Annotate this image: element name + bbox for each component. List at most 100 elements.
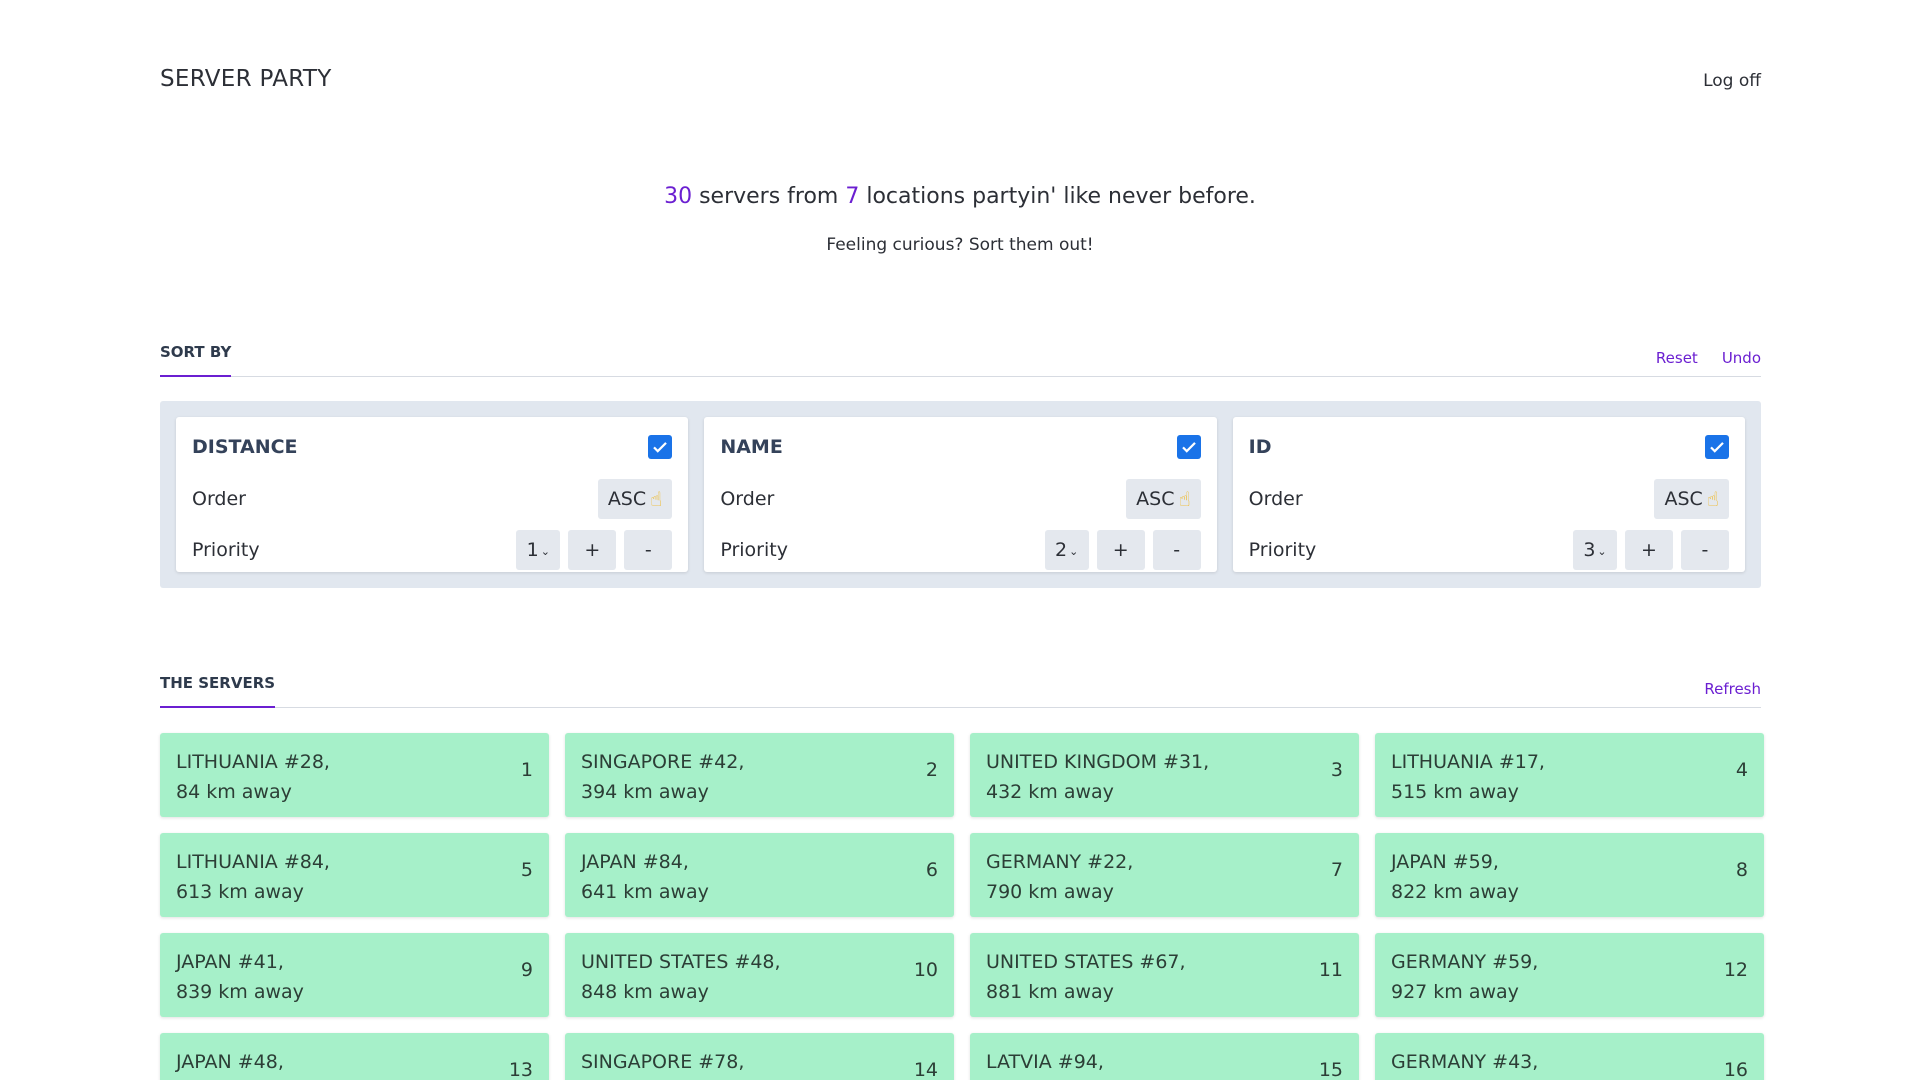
sort-enable-checkbox[interactable] xyxy=(648,435,673,459)
priority-label: Priority xyxy=(192,539,260,561)
priority-increase-button[interactable]: + xyxy=(1624,530,1673,570)
order-value: ASC xyxy=(607,488,647,510)
server-name: UNITED STATES #48, xyxy=(581,951,781,973)
server-rank: 8 xyxy=(1735,859,1748,881)
server-name: LITHUANIA #17, xyxy=(1391,751,1545,773)
priority-value: 2 xyxy=(1055,539,1068,561)
priority-decrease-button[interactable]: - xyxy=(1152,530,1201,570)
order-label: Order xyxy=(192,488,246,510)
order-label: Order xyxy=(1248,488,1303,510)
server-card[interactable]: GERMANY #43, 16 xyxy=(1375,1033,1764,1080)
pointing-hand-icon: ☝ xyxy=(650,487,663,511)
server-rank: 16 xyxy=(1723,1059,1748,1080)
pointing-hand-icon: ☝ xyxy=(1706,487,1719,511)
server-name: JAPAN #59, xyxy=(1391,851,1499,873)
server-distance: 394 km away xyxy=(581,781,709,803)
server-card[interactable]: LITHUANIA #84, 613 km away 5 xyxy=(160,833,549,917)
server-name: LITHUANIA #28, xyxy=(176,751,330,773)
priority-select[interactable]: 3 ⌄ xyxy=(1572,530,1617,570)
server-rank: 9 xyxy=(520,959,533,981)
server-rank: 14 xyxy=(913,1059,938,1080)
server-card[interactable]: JAPAN #41, 839 km away 9 xyxy=(160,933,549,1017)
sort-card-title: NAME xyxy=(720,436,783,458)
server-distance: 839 km away xyxy=(176,981,304,1003)
server-distance: 641 km away xyxy=(581,881,709,903)
chevron-down-icon: ⌄ xyxy=(540,544,550,558)
sort-card-distance: DISTANCE Order ASC ☝ Priority 1 ⌄ + - xyxy=(176,417,689,572)
sort-section-header: SORT BY Reset Undo xyxy=(160,341,1761,377)
sort-actions: Reset Undo xyxy=(1656,349,1761,367)
priority-value: 3 xyxy=(1583,539,1596,561)
server-card[interactable]: SINGAPORE #42, 394 km away 2 xyxy=(565,733,954,817)
server-count: 30 xyxy=(664,184,693,209)
server-distance: 927 km away xyxy=(1391,981,1519,1003)
priority-increase-button[interactable]: + xyxy=(568,530,617,570)
server-rank: 2 xyxy=(925,759,938,781)
servers-section-header: THE SERVERS Refresh xyxy=(160,672,1761,708)
server-rank: 5 xyxy=(520,859,533,881)
sort-panel: DISTANCE Order ASC ☝ Priority 1 ⌄ + - NA… xyxy=(160,401,1761,588)
sort-card-id: ID Order ASC ☝ Priority 3 ⌄ + - xyxy=(1232,417,1745,572)
server-distance: 790 km away xyxy=(986,881,1114,903)
server-card[interactable]: GERMANY #22, 790 km away 7 xyxy=(970,833,1359,917)
check-icon xyxy=(653,442,668,453)
reset-link[interactable]: Reset xyxy=(1656,349,1698,367)
priority-increase-button[interactable]: + xyxy=(1096,530,1145,570)
server-card[interactable]: UNITED STATES #67, 881 km away 11 xyxy=(970,933,1359,1017)
server-card[interactable]: JAPAN #48, 13 xyxy=(160,1033,549,1080)
server-card[interactable]: JAPAN #84, 641 km away 6 xyxy=(565,833,954,917)
server-distance: 84 km away xyxy=(176,781,292,803)
server-distance: 515 km away xyxy=(1391,781,1519,803)
priority-select[interactable]: 1 ⌄ xyxy=(516,530,561,570)
sort-card-title: ID xyxy=(1248,436,1272,458)
server-name: LATVIA #94, xyxy=(986,1051,1104,1073)
sort-card-title: DISTANCE xyxy=(192,436,298,458)
server-rank: 4 xyxy=(1735,759,1748,781)
priority-label: Priority xyxy=(1248,539,1317,561)
server-rank: 1 xyxy=(520,759,533,781)
hero-text-a: servers from xyxy=(692,184,846,209)
priority-decrease-button[interactable]: - xyxy=(1680,530,1729,570)
server-card[interactable]: LITHUANIA #17, 515 km away 4 xyxy=(1375,733,1764,817)
server-distance: 848 km away xyxy=(581,981,709,1003)
order-toggle-button[interactable]: ASC ☝ xyxy=(1126,479,1201,519)
server-card[interactable]: LITHUANIA #28, 84 km away 1 xyxy=(160,733,549,817)
server-card[interactable]: SINGAPORE #78, 14 xyxy=(565,1033,954,1080)
priority-controls: 3 ⌄ + - xyxy=(1572,530,1729,570)
sort-enable-checkbox[interactable] xyxy=(1176,435,1201,459)
server-card[interactable]: GERMANY #59, 927 km away 12 xyxy=(1375,933,1764,1017)
check-icon xyxy=(1710,442,1724,453)
server-rank: 10 xyxy=(913,959,938,981)
priority-select[interactable]: 2 ⌄ xyxy=(1044,530,1089,570)
server-name: SINGAPORE #78, xyxy=(581,1051,745,1073)
server-card[interactable]: LATVIA #94, 15 xyxy=(970,1033,1359,1080)
server-card[interactable]: JAPAN #59, 822 km away 8 xyxy=(1375,833,1764,917)
sort-card-name: NAME Order ASC ☝ Priority 2 ⌄ + - xyxy=(704,417,1217,572)
brand-title: SERVER PARTY xyxy=(160,66,332,92)
server-rank: 15 xyxy=(1318,1059,1343,1080)
server-rank: 12 xyxy=(1723,959,1748,981)
servers-grid: LITHUANIA #28, 84 km away 1 SINGAPORE #42,… xyxy=(160,733,1764,1080)
priority-label: Priority xyxy=(720,539,788,561)
undo-link[interactable]: Undo xyxy=(1722,349,1761,367)
server-name: GERMANY #43, xyxy=(1391,1051,1539,1073)
chevron-down-icon: ⌄ xyxy=(1069,544,1079,558)
order-toggle-button[interactable]: ASC ☝ xyxy=(597,479,673,519)
logoff-link[interactable]: Log off xyxy=(1703,71,1761,91)
priority-controls: 2 ⌄ + - xyxy=(1044,530,1201,570)
priority-decrease-button[interactable]: - xyxy=(624,530,673,570)
server-card[interactable]: UNITED STATES #48, 848 km away 10 xyxy=(565,933,954,1017)
server-name: LITHUANIA #84, xyxy=(176,851,330,873)
server-card[interactable]: UNITED KINGDOM #31, 432 km away 3 xyxy=(970,733,1359,817)
sort-enable-checkbox[interactable] xyxy=(1704,435,1729,459)
server-rank: 7 xyxy=(1330,859,1343,881)
servers-actions: Refresh xyxy=(1704,680,1761,698)
pointing-hand-icon: ☝ xyxy=(1178,487,1191,511)
server-distance: 613 km away xyxy=(176,881,304,903)
chevron-down-icon: ⌄ xyxy=(1597,544,1607,558)
order-toggle-button[interactable]: ASC ☝ xyxy=(1654,479,1729,519)
refresh-link[interactable]: Refresh xyxy=(1704,680,1761,698)
server-name: JAPAN #84, xyxy=(581,851,689,873)
priority-value: 1 xyxy=(526,539,539,561)
server-rank: 3 xyxy=(1330,759,1343,781)
